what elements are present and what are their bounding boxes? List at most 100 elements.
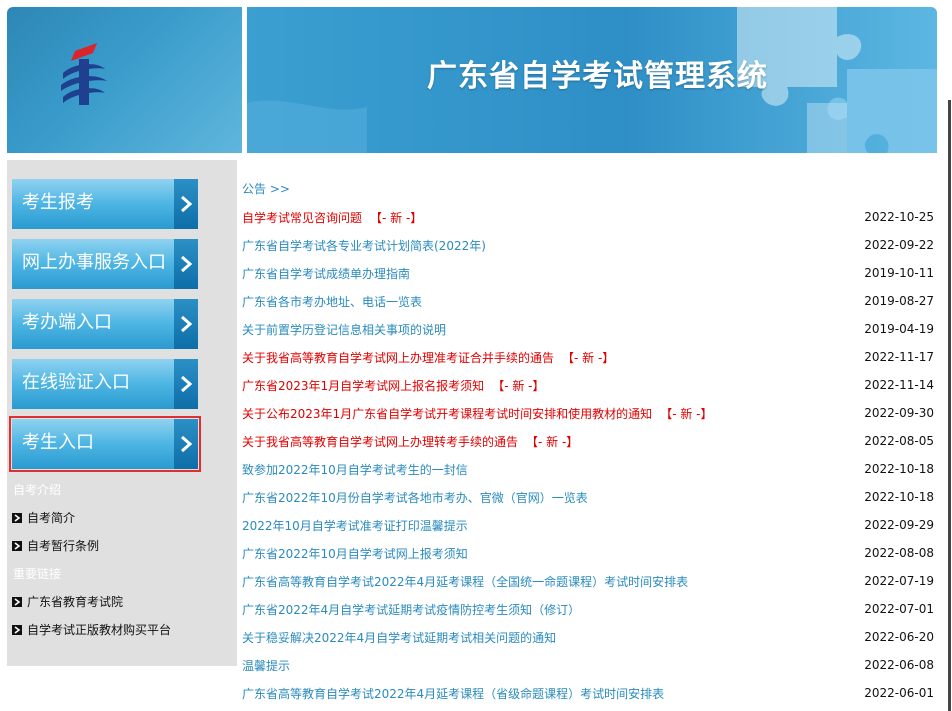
notice-title-text: 关于前置学历登记信息相关事项的说明 <box>242 322 447 337</box>
notice-date: 2022-10-18 <box>864 462 934 476</box>
arrow-bullet-icon <box>12 512 22 523</box>
notice-title-text: 关于我省高等教育自学考试网上办理转考手续的通告 <box>242 434 519 449</box>
notice-row: 广东省2022年10月份自学考试各地市考办、官微（官网）一览表 2022-10-1… <box>242 483 934 511</box>
notice-date: 2022-11-17 <box>864 350 934 364</box>
notice-title-text: 2022年10月自学考试准考证打印温馨提示 <box>242 518 468 533</box>
nav-button-label: 考生报考 <box>22 192 94 213</box>
notice-date: 2022-07-01 <box>864 602 934 616</box>
notice-date: 2022-09-22 <box>864 238 934 252</box>
notice-date: 2019-10-11 <box>864 266 934 280</box>
notice-title-link[interactable]: 自学考试常见咨询问题 【- 新 -】 <box>242 209 422 226</box>
notice-row: 广东省高等教育自学考试2022年4月延考课程（省级命题课程）考试时间安排表 202… <box>242 679 934 707</box>
notice-title-text: 广东省自学考试成绩单办理指南 <box>242 266 411 281</box>
chevron-right-icon <box>174 239 198 289</box>
chevron-right-icon <box>174 299 198 349</box>
section-title-links: 重要链接 <box>13 567 62 581</box>
new-badge: 【- 新 -】 <box>526 434 579 449</box>
notice-title-link[interactable]: 广东省2022年10月份自学考试各地市考办、官微（官网）一览表 <box>242 489 588 506</box>
notice-row: 关于稳妥解决2022年4月自学考试延期考试相关问题的通知 2022-06-20 <box>242 623 934 651</box>
notice-row: 广东省高等教育自学考试2022年4月延考课程（全国统一命题课程）考试时间安排表 2… <box>242 567 934 595</box>
link-label: 广东省教育考试院 <box>27 595 124 609</box>
notice-title-link[interactable]: 广东省自学考试成绩单办理指南 <box>242 265 410 282</box>
notice-row: 广东省各市考办地址、电话一览表 2019-08-27 <box>242 287 934 315</box>
notice-title-text: 广东省2022年10月自学考试网上报考须知 <box>242 546 468 561</box>
notice-date: 2022-06-01 <box>864 686 934 700</box>
notice-title-link[interactable]: 关于我省高等教育自学考试网上办理准考证合并手续的通告 【- 新 -】 <box>242 349 614 366</box>
notice-title-text: 广东省2023年1月自学考试网上报名报考须知 <box>242 378 485 393</box>
notice-date: 2019-08-27 <box>864 294 934 308</box>
arrow-bullet-icon <box>12 540 22 551</box>
nav-button-register-exam[interactable]: 考生报考 <box>12 179 198 229</box>
nav-button-online-verification[interactable]: 在线验证入口 <box>12 359 198 409</box>
chevron-right-icon <box>174 419 198 469</box>
notice-title-text: 广东省2022年4月自学考试延期考试疫情防控考生须知（修订） <box>242 602 581 617</box>
notice-date: 2022-10-18 <box>864 490 934 504</box>
notice-title-link[interactable]: 广东省自学考试各专业考试计划简表(2022年) <box>242 237 486 254</box>
notice-title-link[interactable]: 致参加2022年10月自学考试考生的一封信 <box>242 461 468 478</box>
nav-button-candidate-portal[interactable]: 考生入口 <box>9 416 201 472</box>
notice-title-text: 温馨提示 <box>242 658 291 673</box>
nav-button-label: 网上办事服务入口 <box>22 252 166 273</box>
notice-title-link[interactable]: 广东省2022年4月自学考试延期考试疫情防控考生须知（修订） <box>242 601 580 618</box>
notice-date: 2022-08-05 <box>864 434 934 448</box>
notice-heading[interactable]: 公告 >> <box>242 180 290 197</box>
notice-row: 关于公布2023年1月广东省自学考试开考课程考试时间安排和使用教材的通知 【- 新… <box>242 399 934 427</box>
new-badge: 【- 新 -】 <box>370 210 423 225</box>
notice-title-link[interactable]: 关于前置学历登记信息相关事项的说明 <box>242 321 446 338</box>
notice-title-link[interactable]: 温馨提示 <box>242 657 290 674</box>
link-exam-institute[interactable]: 广东省教育考试院 <box>12 593 123 610</box>
notice-title-link[interactable]: 关于稳妥解决2022年4月自学考试延期考试相关问题的通知 <box>242 629 556 646</box>
chevron-right-icon <box>174 179 198 229</box>
sidebar: 考生报考 网上办事服务入口 考办端入口 在线验证入口 考生入口 自考介绍 自考简… <box>7 160 237 666</box>
header-logo-panel <box>7 7 242 153</box>
link-label: 自学考试正版教材购买平台 <box>27 623 172 637</box>
notice-title-link[interactable]: 2022年10月自学考试准考证打印温馨提示 <box>242 517 468 534</box>
notice-row: 广东省自学考试各专业考试计划简表(2022年) 2022-09-22 <box>242 231 934 259</box>
link-regulations[interactable]: 自考暂行条例 <box>12 537 99 554</box>
scrollbar-edge[interactable] <box>948 100 951 711</box>
notice-title-link[interactable]: 广东省高等教育自学考试2022年4月延考课程（省级命题课程）考试时间安排表 <box>242 685 664 702</box>
notice-date: 2022-06-08 <box>864 658 934 672</box>
notice-title-text: 自学考试常见咨询问题 <box>242 210 363 225</box>
notice-title-link[interactable]: 关于我省高等教育自学考试网上办理转考手续的通告 【- 新 -】 <box>242 433 578 450</box>
notice-title-link[interactable]: 广东省2022年10月自学考试网上报考须知 <box>242 545 468 562</box>
notice-row: 2022年10月自学考试准考证打印温馨提示 2022-09-29 <box>242 511 934 539</box>
notice-date: 2019-04-19 <box>864 322 934 336</box>
link-textbook-platform[interactable]: 自学考试正版教材购买平台 <box>12 621 171 638</box>
nav-button-office-portal[interactable]: 考办端入口 <box>12 299 198 349</box>
header-banner: 广东省自学考试管理系统 <box>247 7 937 153</box>
notice-title-link[interactable]: 广东省各市考办地址、电话一览表 <box>242 293 422 310</box>
link-intro[interactable]: 自考简介 <box>12 509 75 526</box>
notice-date: 2022-09-29 <box>864 518 934 532</box>
notice-row: 广东省2022年10月自学考试网上报考须知 2022-08-08 <box>242 539 934 567</box>
exam-authority-logo-icon <box>61 43 107 105</box>
notice-row: 致参加2022年10月自学考试考生的一封信 2022-10-18 <box>242 455 934 483</box>
notice-date: 2022-10-25 <box>864 210 934 224</box>
notice-title-link[interactable]: 广东省高等教育自学考试2022年4月延考课程（全国统一命题课程）考试时间安排表 <box>242 573 688 590</box>
notice-row: 关于前置学历登记信息相关事项的说明 2019-04-19 <box>242 315 934 343</box>
chevron-right-icon <box>174 359 198 409</box>
notice-title-text: 关于我省高等教育自学考试网上办理准考证合并手续的通告 <box>242 350 555 365</box>
notice-title-text: 关于公布2023年1月广东省自学考试开考课程考试时间安排和使用教材的通知 <box>242 406 653 421</box>
notice-date: 2022-09-30 <box>864 406 934 420</box>
notice-title-text: 致参加2022年10月自学考试考生的一封信 <box>242 462 468 477</box>
nav-button-label: 在线验证入口 <box>22 372 130 393</box>
notice-date: 2022-11-14 <box>864 378 934 392</box>
notice-row: 关于我省高等教育自学考试网上办理转考手续的通告 【- 新 -】 2022-08-05 <box>242 427 934 455</box>
nav-button-online-service[interactable]: 网上办事服务入口 <box>12 239 198 289</box>
notice-date: 2022-06-20 <box>864 630 934 644</box>
notice-row: 自学考试常见咨询问题 【- 新 -】 2022-10-25 <box>242 203 934 231</box>
notice-title-text: 广东省2022年10月份自学考试各地市考办、官微（官网）一览表 <box>242 490 588 505</box>
notice-title-text: 关于稳妥解决2022年4月自学考试延期考试相关问题的通知 <box>242 630 557 645</box>
nav-button-label: 考生入口 <box>22 432 94 453</box>
notice-title-text: 广东省高等教育自学考试2022年4月延考课程（省级命题课程）考试时间安排表 <box>242 686 665 701</box>
notice-title-link[interactable]: 广东省2023年1月自学考试网上报名报考须知 【- 新 -】 <box>242 377 544 394</box>
notice-row: 广东省2022年4月自学考试延期考试疫情防控考生须知（修订） 2022-07-01 <box>242 595 934 623</box>
notice-title-link[interactable]: 关于公布2023年1月广东省自学考试开考课程考试时间安排和使用教材的通知 【- 新… <box>242 405 712 422</box>
new-badge: 【- 新 -】 <box>492 378 545 393</box>
nav-button-label: 考办端入口 <box>22 312 112 333</box>
notice-row: 广东省自学考试成绩单办理指南 2019-10-11 <box>242 259 934 287</box>
notice-title-text: 广东省高等教育自学考试2022年4月延考课程（全国统一命题课程）考试时间安排表 <box>242 574 689 589</box>
arrow-bullet-icon <box>12 596 22 607</box>
notice-row: 关于我省高等教育自学考试网上办理准考证合并手续的通告 【- 新 -】 2022-11… <box>242 343 934 371</box>
